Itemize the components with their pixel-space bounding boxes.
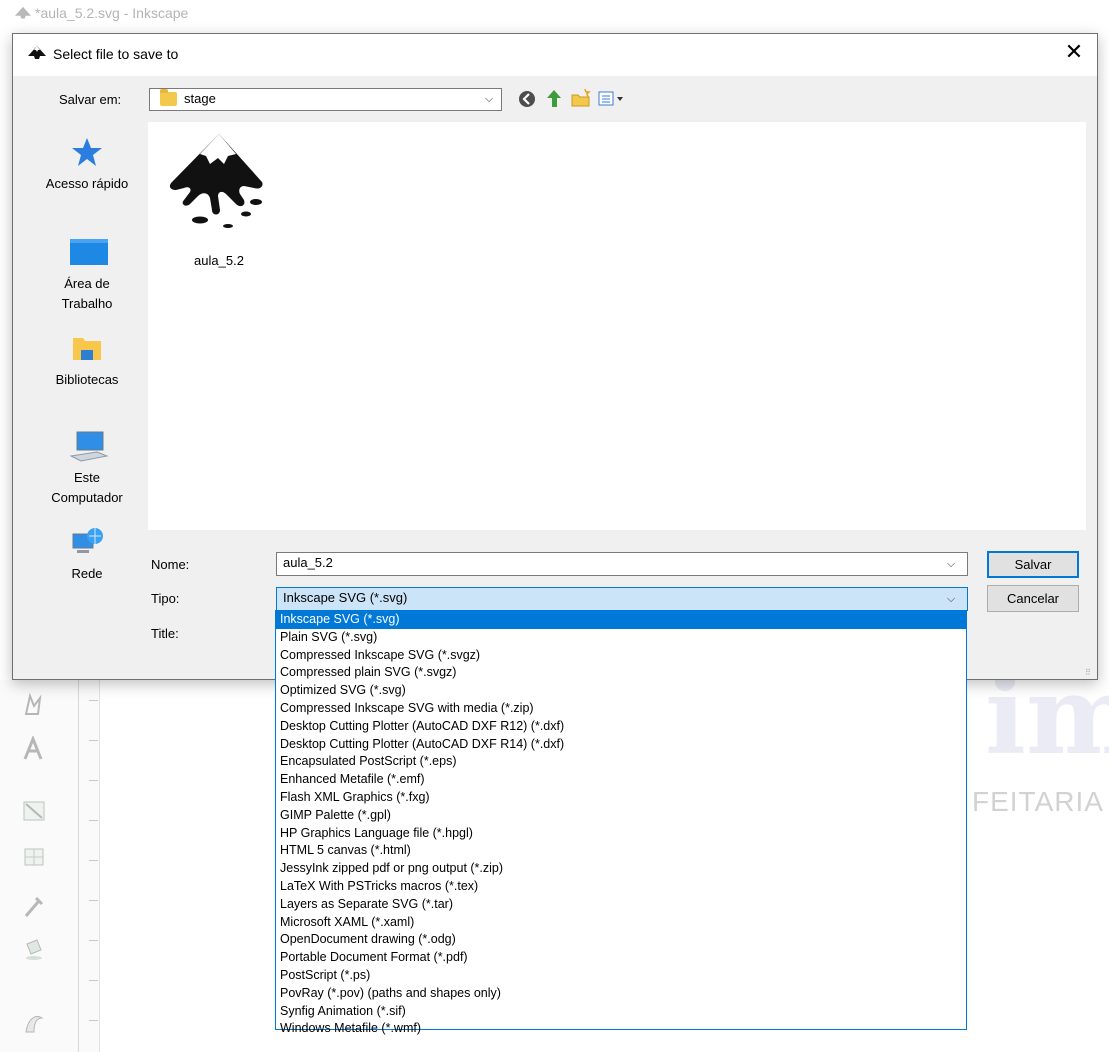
paint-bucket-tool-icon[interactable] xyxy=(22,936,46,962)
place-quick-access[interactable]: Acesso rápido xyxy=(33,136,141,194)
new-folder-icon[interactable] xyxy=(570,88,592,110)
place-label: Acesso rápido xyxy=(45,176,129,191)
file-type-option[interactable]: HP Graphics Language file (*.hpgl) xyxy=(276,825,966,843)
desktop-icon xyxy=(70,239,108,265)
chevron-down-icon[interactable]: ⌵ xyxy=(943,588,959,610)
file-type-option[interactable]: Optimized SVG (*.svg) xyxy=(276,682,966,700)
chevron-down-icon[interactable]: ⌵ xyxy=(943,553,959,575)
save-button[interactable]: Salvar xyxy=(987,551,1079,578)
file-name-input[interactable]: aula_5.2 ⌵ xyxy=(276,552,968,576)
inkscape-title-bar: *aula_5.2.svg - Inkscape xyxy=(0,0,1109,28)
file-type-dropdown[interactable]: Inkscape SVG (*.svg) ⌵ xyxy=(276,587,968,611)
file-type-option[interactable]: GIMP Palette (*.gpl) xyxy=(276,807,966,825)
name-label: Nome: xyxy=(151,557,190,572)
file-type-option[interactable]: Enhanced Metafile (*.emf) xyxy=(276,771,966,789)
mesh-tool-icon[interactable] xyxy=(22,844,46,870)
text-tool-icon[interactable] xyxy=(22,736,46,762)
file-type-option[interactable]: Inkscape SVG (*.svg) xyxy=(276,611,966,629)
file-type-option[interactable]: Compressed Inkscape SVG (*.svgz) xyxy=(276,647,966,665)
file-type-option[interactable]: PovRay (*.pov) (paths and shapes only) xyxy=(276,985,966,1003)
inkscape-dialog-icon xyxy=(28,46,46,59)
folder-icon xyxy=(160,89,177,106)
dialog-title: Select file to save to xyxy=(53,46,179,62)
vertical-ruler xyxy=(78,680,98,1052)
tweak-tool-icon[interactable] xyxy=(22,1008,46,1034)
calligraphy-tool-icon[interactable] xyxy=(22,692,46,718)
inkscape-file-icon xyxy=(169,134,263,228)
file-type-option[interactable]: Portable Document Format (*.pdf) xyxy=(276,949,966,967)
up-folder-icon[interactable] xyxy=(543,88,565,110)
file-item[interactable]: aula_5.2 xyxy=(160,130,278,268)
place-label: Este Computador xyxy=(51,470,123,505)
save-in-label: Salvar em: xyxy=(59,92,122,107)
resize-grip-icon[interactable]: ⠿ xyxy=(1085,668,1093,677)
place-desktop[interactable]: Área de Trabalho xyxy=(33,236,141,314)
close-icon: ✕ xyxy=(1064,39,1084,64)
place-label: Bibliotecas xyxy=(55,372,119,387)
places-sidebar: Acesso rápido Área de Trabalho Bibliotec… xyxy=(33,122,141,630)
file-type-option[interactable]: Encapsulated PostScript (*.eps) xyxy=(276,753,966,771)
file-type-option[interactable]: JessyInk zipped pdf or png output (*.zip… xyxy=(276,860,966,878)
place-label: Área de Trabalho xyxy=(61,276,113,311)
file-type-option[interactable]: Flash XML Graphics (*.fxg) xyxy=(276,789,966,807)
canvas-brand-text: FEITARIA xyxy=(972,786,1104,817)
cancel-button[interactable]: Cancelar xyxy=(987,585,1079,612)
file-type-option[interactable]: Layers as Separate SVG (*.tar) xyxy=(276,896,966,914)
file-type-options-list[interactable]: Inkscape SVG (*.svg) Plain SVG (*.svg) Com… xyxy=(275,610,967,1035)
file-type-option[interactable]: Compressed plain SVG (*.svgz) xyxy=(276,664,966,682)
file-type-option[interactable]: LaTeX With PSTricks macros (*.tex) xyxy=(276,878,966,896)
file-type-option[interactable]: Synfig Animation (*.sif) xyxy=(276,1003,966,1021)
inkscape-window-title: *aula_5.2.svg - Inkscape xyxy=(35,5,189,21)
title-label: Title: xyxy=(151,626,179,641)
file-name-value: aula_5.2 xyxy=(283,555,333,570)
back-icon[interactable] xyxy=(516,88,538,110)
view-menu-icon[interactable] xyxy=(597,88,625,110)
file-type-option[interactable]: Plain SVG (*.svg) xyxy=(276,629,966,647)
inkscape-app-icon xyxy=(15,6,31,19)
place-label: Rede xyxy=(71,566,103,581)
file-name: aula_5.2 xyxy=(194,253,244,268)
current-folder-value: stage xyxy=(184,91,216,106)
libraries-icon xyxy=(73,338,101,360)
save-in-dropdown[interactable]: stage ⌵ xyxy=(149,88,502,111)
file-type-value: Inkscape SVG (*.svg) xyxy=(283,590,408,605)
file-type-option[interactable]: HTML 5 canvas (*.html) xyxy=(276,842,966,860)
star-icon xyxy=(72,138,102,166)
place-this-pc[interactable]: Este Computador xyxy=(33,430,141,508)
file-type-option[interactable]: Microsoft XAML (*.xaml) xyxy=(276,914,966,932)
file-type-option[interactable]: Desktop Cutting Plotter (AutoCAD DXF R12… xyxy=(276,718,966,736)
type-label: Tipo: xyxy=(151,591,180,606)
file-type-option[interactable]: PostScript (*.ps) xyxy=(276,967,966,985)
place-network[interactable]: Rede xyxy=(33,526,141,584)
chevron-down-icon: ⌵ xyxy=(484,93,494,105)
dropper-tool-icon[interactable] xyxy=(22,892,46,918)
place-libraries[interactable]: Bibliotecas xyxy=(33,332,141,390)
dialog-title-bar: Select file to save to ✕ xyxy=(13,34,1097,76)
file-list[interactable]: aula_5.2 xyxy=(148,122,1086,530)
network-icon xyxy=(72,528,103,553)
file-type-option[interactable]: Windows Metafile (*.wmf) xyxy=(276,1020,966,1038)
file-type-option[interactable]: Desktop Cutting Plotter (AutoCAD DXF R14… xyxy=(276,736,966,754)
gradient-tool-icon[interactable] xyxy=(22,798,46,824)
save-file-dialog: Select file to save to ✕ Salvar em: stag… xyxy=(12,33,1098,680)
close-button[interactable]: ✕ xyxy=(1051,34,1097,72)
file-type-option[interactable]: OpenDocument drawing (*.odg) xyxy=(276,931,966,949)
file-type-option[interactable]: Compressed Inkscape SVG with media (*.zi… xyxy=(276,700,966,718)
computer-icon xyxy=(69,431,109,462)
